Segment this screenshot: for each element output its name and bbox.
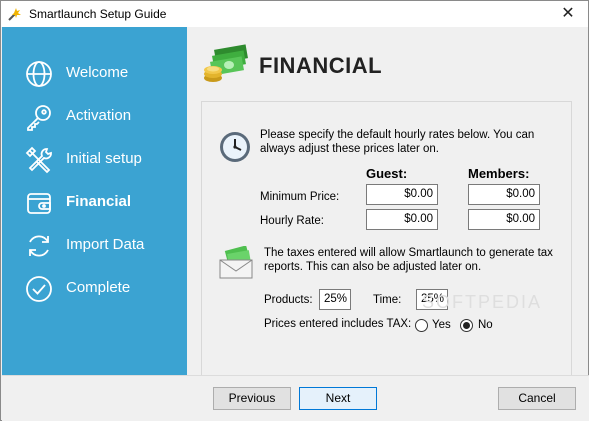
cancel-button[interactable]: Cancel <box>498 387 576 410</box>
minimum-price-label: Minimum Price: <box>260 191 340 203</box>
money-stack-icon <box>204 44 248 82</box>
sidebar-item-activation[interactable]: Activation <box>2 96 187 136</box>
key-icon <box>27 105 51 131</box>
sidebar-item-initial-setup[interactable]: Initial setup <box>2 139 187 179</box>
sidebar-item-label: Import Data <box>66 236 145 253</box>
close-button[interactable]: ✕ <box>548 1 588 27</box>
tax-yes-label[interactable]: Yes <box>432 319 451 331</box>
tools-icon <box>25 146 52 174</box>
sidebar-item-financial[interactable]: Financial <box>2 182 187 222</box>
title-bar: Smartlaunch Setup Guide ✕ <box>1 1 588 27</box>
guest-hourly-rate-field[interactable]: $0.00 <box>366 209 438 230</box>
page-title: FINANCIAL <box>259 53 383 78</box>
sidebar-item-label: Complete <box>66 279 131 296</box>
check-circle-icon <box>26 276 52 302</box>
tax-intro-text: The taxes entered will allow Smartlaunch… <box>264 247 553 273</box>
next-button[interactable]: Next <box>299 387 377 410</box>
rates-intro-text: Please specify the default hourly rates … <box>260 129 535 155</box>
includes-tax-label: Prices entered includes TAX: <box>264 318 412 330</box>
members-hourly-rate-field[interactable]: $0.00 <box>468 209 540 230</box>
settings-panel: Please specify the default hourly rates … <box>201 101 572 379</box>
globe-icon <box>26 61 52 87</box>
previous-button[interactable]: Previous <box>213 387 291 410</box>
sync-icon <box>29 235 49 257</box>
window-title: Smartlaunch Setup Guide <box>29 7 167 21</box>
radio-selected-dot <box>463 322 470 329</box>
sidebar: Welcome Activation Initial setup Financi… <box>2 27 187 375</box>
footer-bar: Previous Next Cancel <box>2 375 589 421</box>
sidebar-item-complete[interactable]: Complete <box>2 268 187 308</box>
hourly-rate-label: Hourly Rate: <box>260 215 324 227</box>
clock-icon <box>220 132 250 162</box>
app-logo-icon <box>8 8 21 21</box>
tax-no-radio[interactable] <box>460 319 473 332</box>
tax-yes-radio[interactable] <box>415 319 428 332</box>
sidebar-item-label: Financial <box>66 193 132 210</box>
guest-column-header: Guest: <box>366 166 408 181</box>
members-minimum-price-field[interactable]: $0.00 <box>468 184 540 205</box>
sidebar-item-import-data[interactable]: Import Data <box>2 225 187 265</box>
sidebar-item-label: Activation <box>66 107 132 124</box>
products-tax-label: Products: <box>264 294 313 306</box>
products-tax-field[interactable]: 25% <box>319 289 351 310</box>
tax-no-label[interactable]: No <box>478 319 493 331</box>
sidebar-item-label: Welcome <box>66 64 129 81</box>
guest-minimum-price-field[interactable]: $0.00 <box>366 184 438 205</box>
wallet-icon <box>27 193 51 214</box>
sidebar-item-welcome[interactable]: Welcome <box>2 53 187 93</box>
setup-window: Smartlaunch Setup Guide ✕ Welcome Activa… <box>0 0 589 421</box>
envelope-money-icon <box>219 246 253 279</box>
content-area: FINANCIAL Please specify the default hou… <box>187 27 588 379</box>
time-tax-label: Time: <box>373 294 402 306</box>
watermark: SOFTPEDIA <box>422 292 543 312</box>
sidebar-item-label: Initial setup <box>66 150 142 167</box>
members-column-header: Members: <box>468 166 530 181</box>
